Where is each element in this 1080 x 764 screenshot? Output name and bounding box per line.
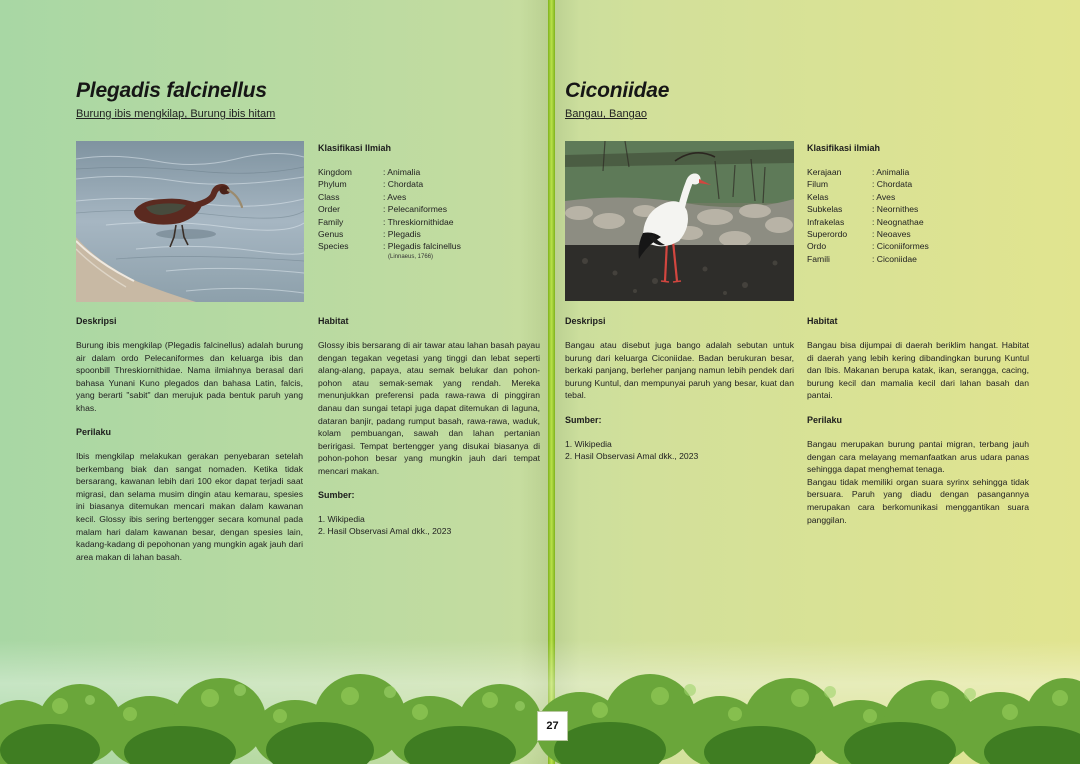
right-description-heading: Deskripsi [565, 316, 606, 326]
classification-value: : Neoaves [872, 228, 911, 239]
right-classification-heading: Klasifikasi ilmiah [807, 143, 881, 153]
classification-key: Infrakelas [807, 216, 845, 227]
right-description-text: Bangau atau disebut juga bango adalah se… [565, 340, 794, 401]
book-spread: Plegadis falcinellus Burung ibis mengkil… [0, 0, 1080, 764]
classification-key: Famili [807, 253, 830, 264]
classification-row: Famili : Ciconiidae [807, 254, 929, 266]
classification-key: Superordo [807, 228, 848, 239]
right-source-item: 2. Hasil Observasi Amal dkk., 2023 [565, 451, 699, 461]
white-stork-photo [565, 141, 794, 301]
page-number: 27 [537, 711, 568, 741]
classification-key: Ordo [807, 241, 827, 252]
right-classification-table: Kerajaan : Animalia Filum : Chordata Kelas… [807, 167, 929, 266]
classification-row: Infrakelas : Neognathae [807, 217, 929, 229]
right-family-title: Ciconiidae [565, 79, 670, 102]
right-common-names: Bangau, Bangao [565, 108, 647, 120]
classification-value: : Chordata [872, 179, 913, 190]
right-sources-heading: Sumber: [565, 415, 602, 425]
classification-key: Filum [807, 179, 829, 190]
foliage-border [0, 640, 1080, 764]
classification-key: Kerajaan [807, 167, 842, 177]
classification-row: Superordo : Neoaves [807, 229, 929, 241]
right-behavior-text: Bangau merupakan burung pantai migran, t… [807, 439, 1029, 525]
classification-value: : Ciconiidae [872, 253, 917, 264]
right-behavior-heading: Perilaku [807, 415, 843, 425]
classification-value: : Aves [872, 191, 896, 202]
classification-value: : Neognathae [872, 216, 924, 227]
classification-value: : Neornithes [872, 204, 919, 215]
classification-value: : Animalia [872, 167, 910, 177]
classification-row: Kelas : Aves [807, 192, 929, 204]
classification-row: Ordo : Ciconiiformes [807, 241, 929, 253]
right-habitat-text: Bangau bisa dijumpai di daerah beriklim … [807, 340, 1029, 401]
right-source-item: 1. Wikipedia [565, 439, 612, 449]
classification-key: Subkelas [807, 204, 843, 215]
right-habitat-heading: Habitat [807, 316, 838, 326]
classification-key: Kelas [807, 191, 829, 202]
classification-row: Filum : Chordata [807, 179, 929, 191]
classification-row: Subkelas : Neornithes [807, 204, 929, 216]
classification-row: Kerajaan : Animalia [807, 167, 929, 179]
classification-value: : Ciconiiformes [872, 241, 929, 252]
